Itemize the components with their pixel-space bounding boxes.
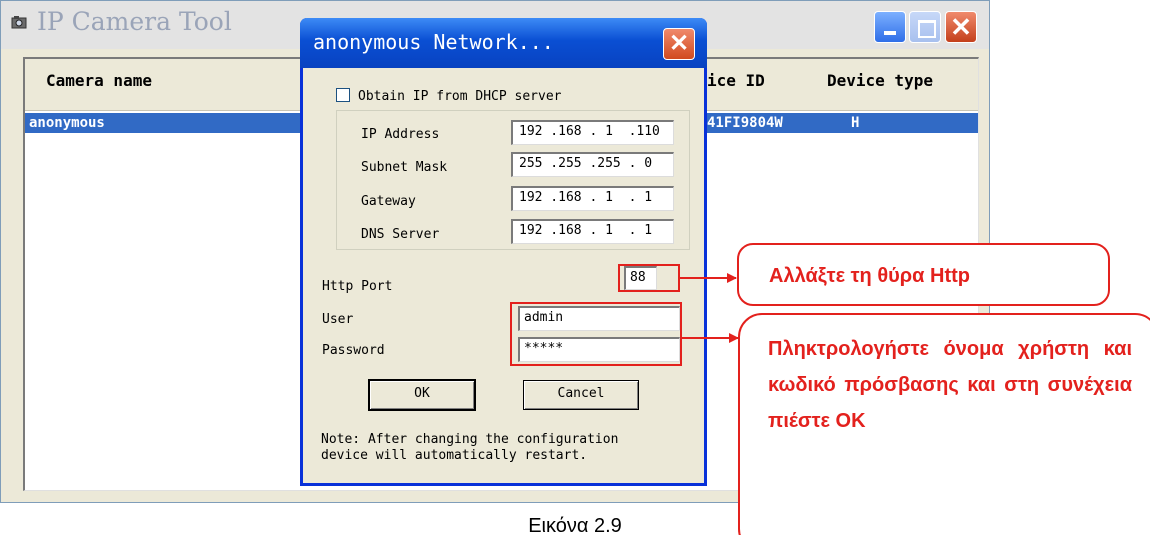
http-port-callout-text: Αλλάξτε τη θύρα Http bbox=[769, 265, 970, 287]
figure-caption: Εικόνα 2.9 bbox=[528, 515, 622, 535]
credentials-callout: Πληκτρολογήστε όνομα χρήστη και κωδικό π… bbox=[738, 313, 1150, 535]
http-port-callout: Αλλάξτε τη θύρα Http bbox=[737, 243, 1110, 306]
credentials-callout-text: Πληκτρολογήστε όνομα χρήστη και κωδικό π… bbox=[768, 338, 1132, 432]
